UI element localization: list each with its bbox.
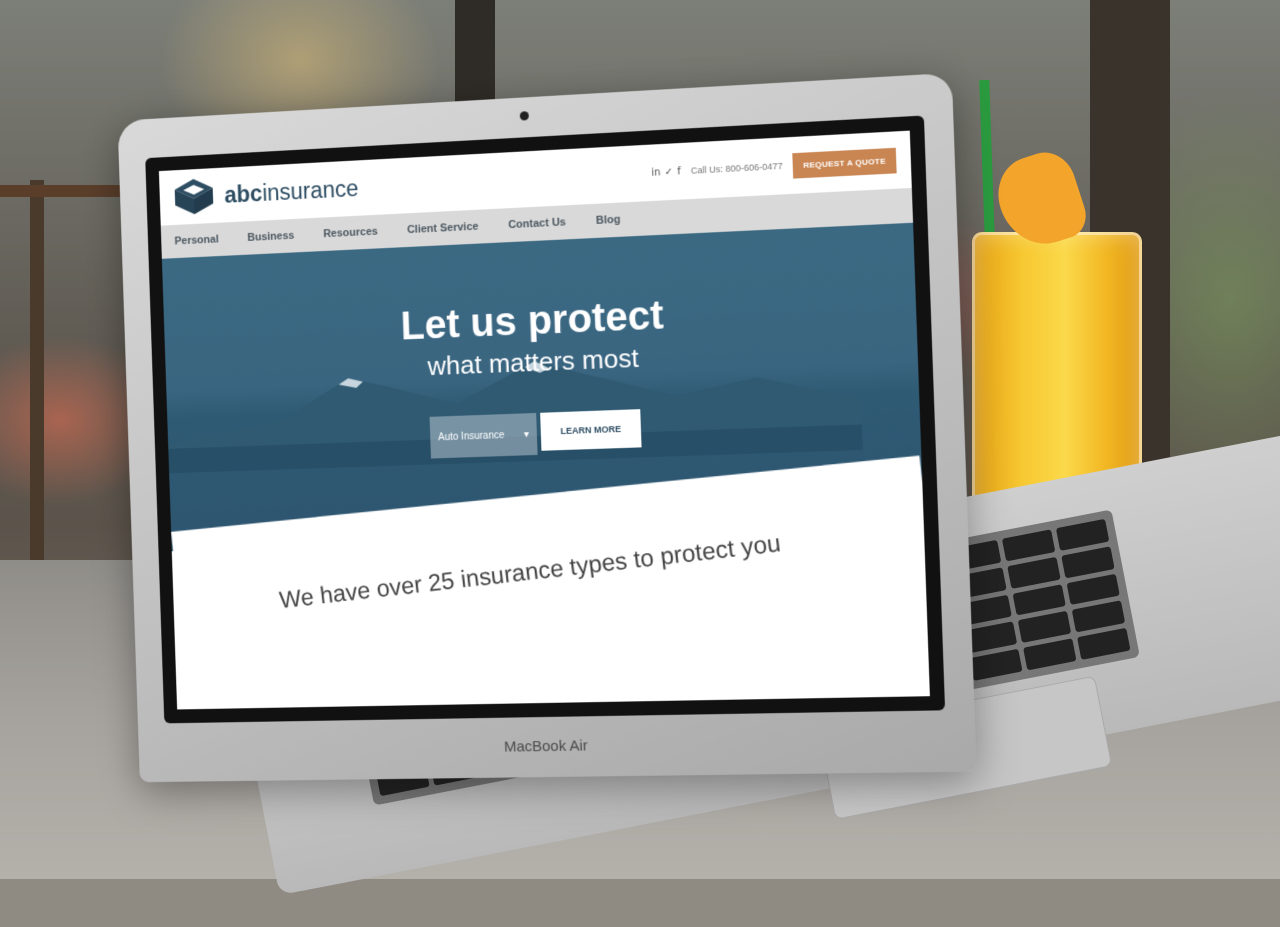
select-value: Auto Insurance — [437, 429, 505, 443]
facebook-icon[interactable]: f — [677, 166, 681, 177]
laptop-screen: abcinsurance in ✓ f Call Us: 800-606-047… — [145, 115, 946, 724]
straw — [979, 79, 995, 241]
header-utilities: in ✓ f Call Us: 800-606-0477 REQUEST A Q… — [651, 147, 897, 185]
logo-text: abcinsurance — [223, 174, 359, 208]
nav-item-personal[interactable]: Personal — [174, 234, 219, 248]
keyboard-key — [1007, 556, 1061, 589]
chevron-down-icon: ▾ — [523, 428, 530, 440]
nav-item-client-service[interactable]: Client Service — [407, 221, 479, 236]
keyboard-key — [1002, 529, 1056, 562]
twitter-icon[interactable]: ✓ — [664, 166, 673, 178]
keyboard-key — [1077, 627, 1131, 660]
nav-item-resources[interactable]: Resources — [323, 226, 378, 241]
request-quote-button[interactable]: REQUEST A QUOTE — [792, 147, 897, 179]
chair-leg — [30, 180, 44, 579]
keyboard-key — [1017, 611, 1072, 644]
keyboard-key — [1066, 573, 1120, 606]
laptop-brand-label: MacBook Air — [503, 737, 589, 756]
linkedin-icon[interactable]: in — [651, 167, 661, 179]
website-viewport: abcinsurance in ✓ f Call Us: 800-606-047… — [158, 130, 930, 710]
laptop-lid: abcinsurance in ✓ f Call Us: 800-606-047… — [117, 72, 977, 783]
social-links: in ✓ f — [651, 166, 681, 179]
insurance-type-select[interactable]: Auto Insurance ▾ — [429, 412, 538, 459]
webcam — [519, 111, 529, 121]
phone-number[interactable]: Call Us: 800-606-0477 — [691, 161, 783, 176]
keyboard-key — [1023, 638, 1077, 671]
cube-logo-icon — [174, 178, 214, 216]
keyboard-key — [969, 648, 1023, 681]
logo[interactable]: abcinsurance — [172, 168, 359, 217]
nav-item-business[interactable]: Business — [247, 230, 294, 244]
keyboard-key — [1061, 546, 1115, 579]
keyboard-key — [1055, 518, 1110, 551]
nav-item-blog[interactable]: Blog — [596, 214, 621, 227]
keyboard-key — [1071, 600, 1126, 633]
keyboard-key — [1012, 583, 1066, 616]
learn-more-button[interactable]: LEARN MORE — [540, 409, 642, 451]
nav-item-contact-us[interactable]: Contact Us — [508, 216, 566, 231]
